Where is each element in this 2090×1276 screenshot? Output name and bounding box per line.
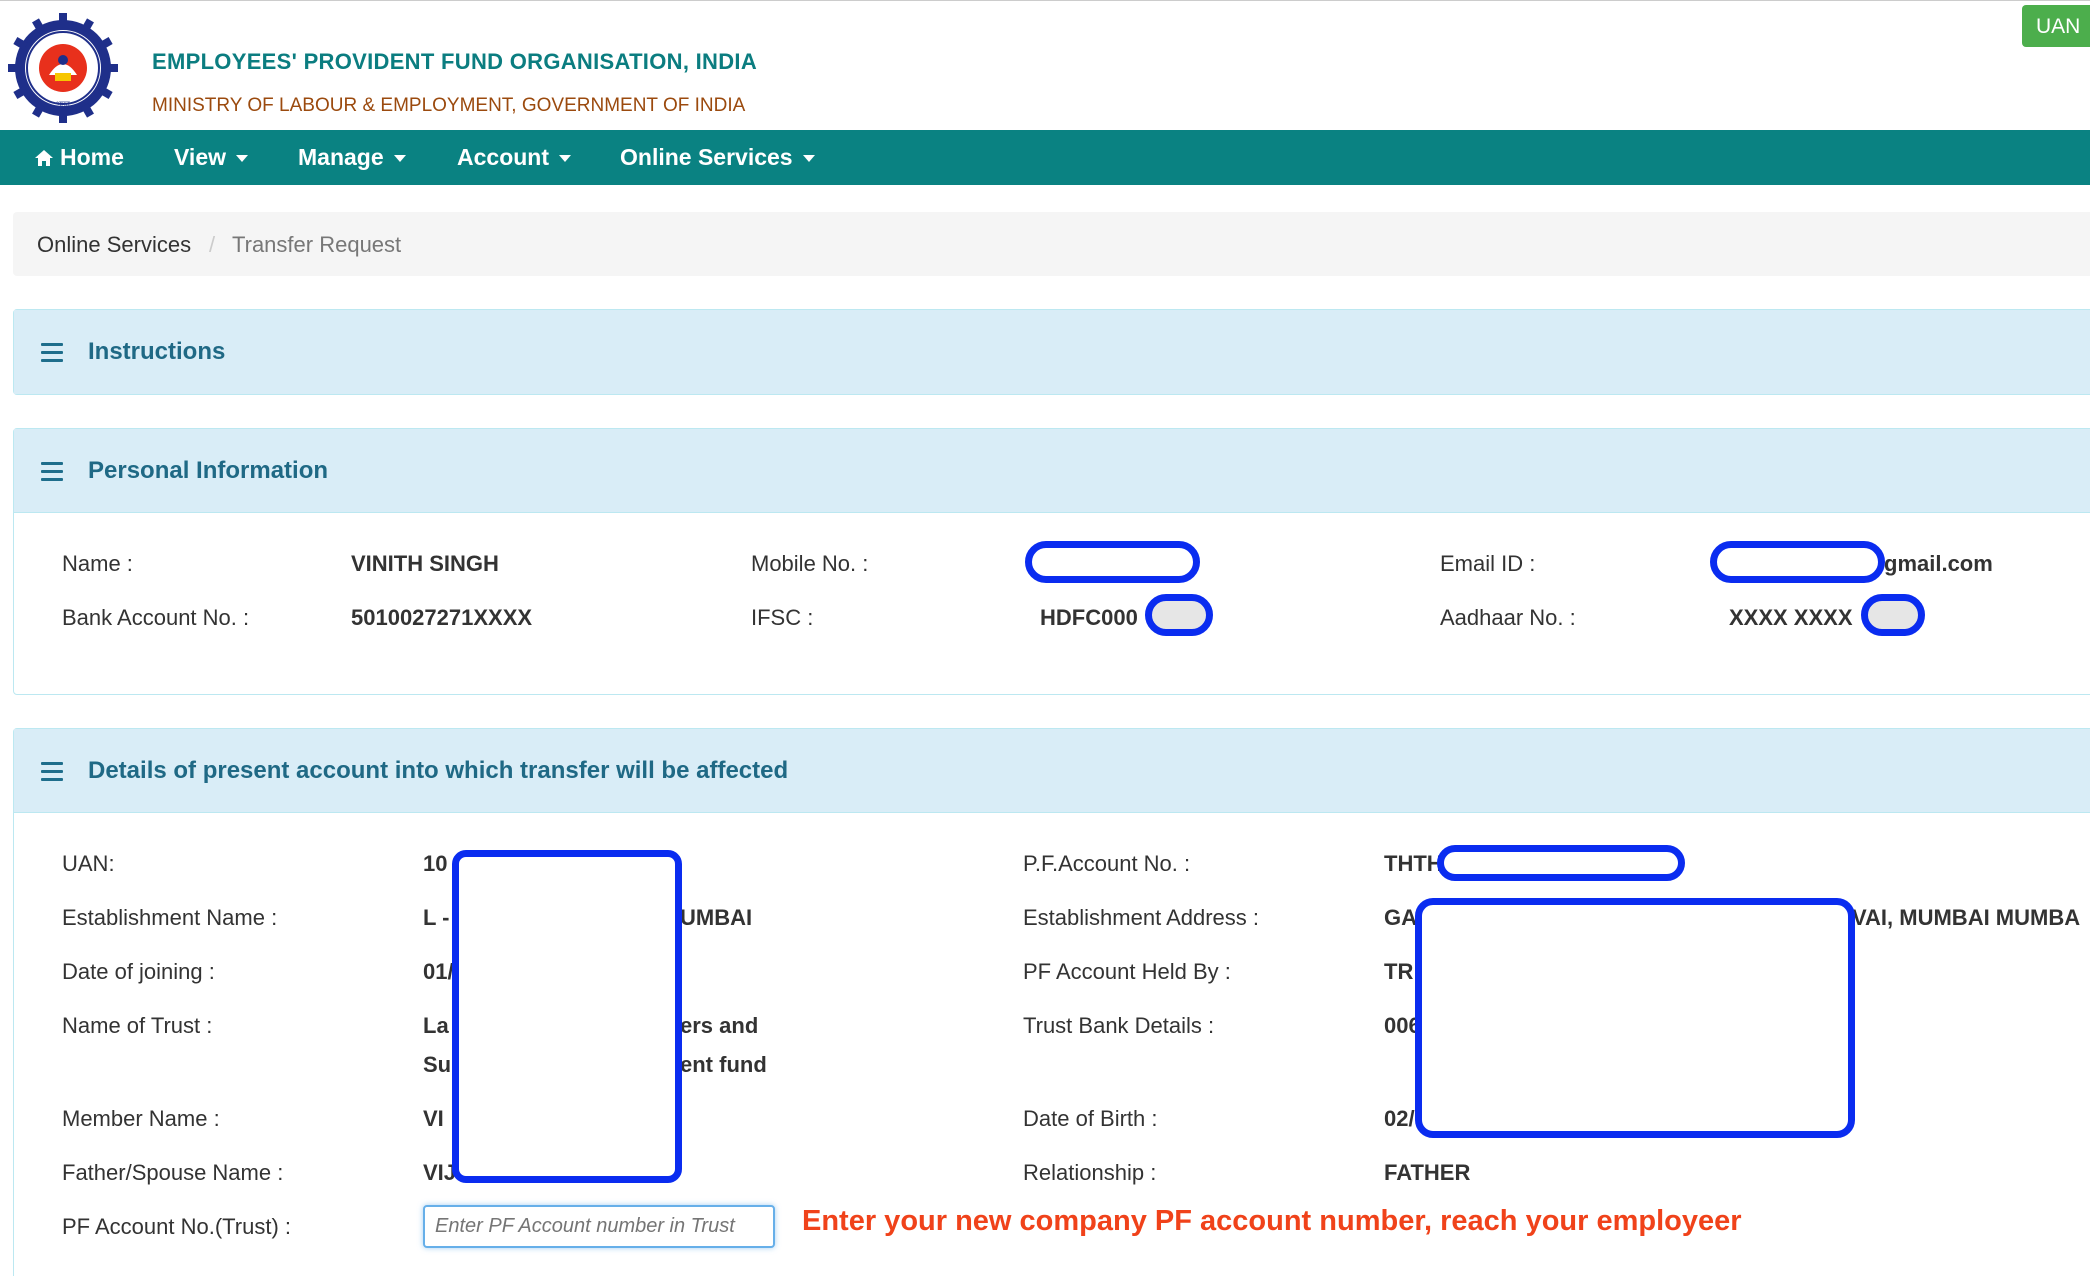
org-title: EMPLOYEES' PROVIDENT FUND ORGANISATION, … [152,49,758,74]
left-column-redaction [452,850,682,1183]
doj-value: 01/ [423,959,454,984]
bank-account-value: 5010027271XXXX [351,605,533,630]
mobile-label: Mobile No. : [751,551,869,576]
site-header: भारत EMPLOYEES' PROVIDENT FUND ORGANISAT… [0,0,2090,130]
establishment-address-label: Establishment Address : [1023,905,1260,930]
nav-account[interactable]: Account [457,144,571,171]
pf-account-redaction [1437,845,1685,881]
pf-held-by-label: PF Account Held By : [1023,959,1231,984]
instructions-title: Instructions [88,338,226,365]
email-label: Email ID : [1440,551,1536,576]
father-name-label: Father/Spouse Name : [62,1160,284,1185]
caret-down-icon [802,155,815,163]
trust-name-line1-end: ers and [680,1013,759,1038]
establishment-name-value-end: UMBAI [680,905,753,930]
bank-account-label: Bank Account No. : [62,605,250,630]
trust-name-label: Name of Trust : [62,1013,213,1038]
present-account-heading[interactable]: Details of present account into which tr… [14,729,2090,813]
dob-label: Date of Birth : [1023,1106,1158,1131]
personal-info-title: Personal Information [88,457,329,484]
hamburger-icon [41,762,63,786]
instructions-heading[interactable]: Instructions [14,310,2090,394]
member-name-label: Member Name : [62,1106,220,1131]
name-value: VINITH SINGH [351,551,499,576]
nav-home[interactable]: Home [34,144,124,173]
nav-manage-label: Manage [298,144,384,170]
trust-bank-label: Trust Bank Details : [1023,1013,1215,1038]
establishment-address-value-start: GA [1384,905,1417,930]
nav-online-services-label: Online Services [620,144,793,170]
aadhaar-value: XXXX XXXX [1729,605,1853,630]
doj-label: Date of joining : [62,959,215,984]
establishment-address-value-end: VAI, MUMBAI MUMBA [1852,905,2081,930]
personal-info-heading[interactable]: Personal Information [14,429,2090,513]
svg-text:भारत: भारत [56,100,71,108]
pf-account-trust-input[interactable] [423,1205,775,1248]
nav-view-label: View [174,144,226,170]
breadcrumb: Online Services / Transfer Request [13,212,2090,276]
org-subtitle: MINISTRY OF LABOUR & EMPLOYMENT, GOVERNM… [152,95,746,116]
trust-name-line1-start: La [423,1013,449,1038]
instructions-panel: Instructions [13,309,2090,395]
pf-account-label: P.F.Account No. : [1023,851,1191,876]
caret-down-icon [393,155,406,163]
pf-held-by-value: TR [1384,959,1414,984]
pf-trust-label: PF Account No.(Trust) : [62,1214,292,1239]
mobile-redaction [1025,541,1200,583]
breadcrumb-current: Transfer Request [232,232,402,257]
aadhaar-label: Aadhaar No. : [1440,605,1576,630]
uan-value: 10 [423,851,448,876]
uan-button[interactable]: UAN [2022,5,2090,47]
nav-account-label: Account [457,144,549,170]
ifsc-label: IFSC : [751,605,814,630]
hamburger-icon [41,462,63,486]
breadcrumb-separator: / [209,232,216,257]
right-column-redaction [1415,898,1855,1138]
relationship-value: FATHER [1384,1160,1471,1185]
nav-manage[interactable]: Manage [298,144,406,171]
email-value: gmail.com [1884,551,1993,576]
ifsc-value: HDFC000 [1040,605,1138,630]
caret-down-icon [559,155,571,163]
aadhaar-redaction [1861,594,1925,636]
establishment-name-value-start: L - [423,905,450,930]
uan-label: UAN: [62,851,115,876]
trust-name-line2-end: ent fund [680,1052,767,1077]
hamburger-icon [41,343,63,367]
dob-value: 02/ [1384,1106,1415,1131]
breadcrumb-online-services[interactable]: Online Services [37,232,191,258]
caret-down-icon [236,155,248,163]
pf-account-value: THTH [1384,851,1443,876]
nav-home-label: Home [60,144,124,170]
home-icon [34,146,54,173]
nav-online-services[interactable]: Online Services [620,144,815,171]
establishment-name-label: Establishment Name : [62,905,278,930]
epfo-emblem-icon[interactable]: भारत [8,13,118,123]
name-label: Name : [62,551,133,576]
trust-name-line2-start: Su [423,1052,452,1077]
ifsc-redaction [1145,594,1213,636]
pf-trust-hint: Enter your new company PF account number… [802,1205,1742,1237]
member-name-value: VI [423,1106,444,1131]
email-redaction [1710,541,1885,583]
present-account-title: Details of present account into which tr… [88,757,789,784]
main-navbar: Home View Manage Account Online Services [0,130,2090,185]
relationship-label: Relationship : [1023,1160,1157,1185]
nav-view[interactable]: View [174,144,248,171]
